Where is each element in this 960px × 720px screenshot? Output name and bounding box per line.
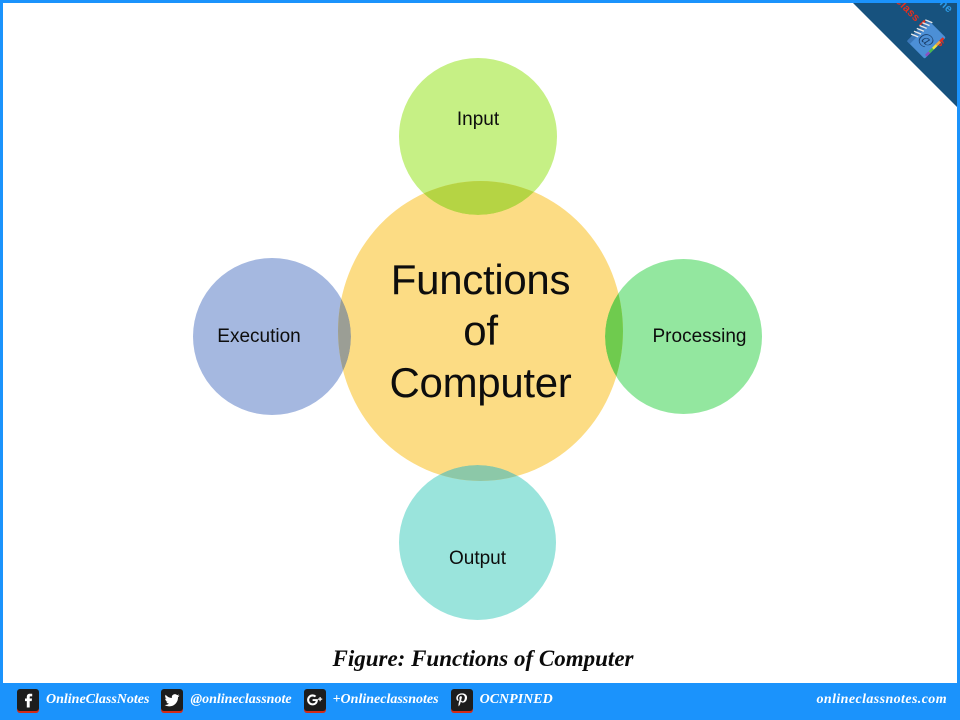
center-label-line2: of: [463, 307, 498, 355]
social-footer-bar: OnlineClassNotes @onlineclassnote +Onlin…: [3, 683, 957, 717]
social-label-twitter: @onlineclassnote: [190, 692, 292, 707]
pinterest-icon: [450, 689, 473, 711]
social-link-twitter[interactable]: @onlineclassnote: [161, 689, 292, 711]
center-label-line3: Computer: [389, 358, 572, 406]
social-link-pinterest[interactable]: OCNPINED: [450, 689, 553, 711]
facebook-icon: [17, 689, 39, 711]
ribbon-triangle: [853, 3, 957, 107]
circle-execution-label: Execution: [217, 325, 301, 347]
corner-ribbon-logo[interactable]: Online Class Notes @: [853, 3, 957, 107]
social-link-facebook[interactable]: OnlineClassNotes: [17, 689, 149, 711]
social-label-googleplus: +Onlineclassnotes: [332, 692, 439, 707]
slide-canvas: Input Processing Output Execution Functi…: [0, 0, 960, 720]
venn-diagram: Input Processing Output Execution Functi…: [3, 3, 957, 643]
site-url-label: onlineclassnotes.com: [816, 692, 947, 707]
circle-input-label: Input: [456, 108, 500, 130]
circle-processing[interactable]: Processing: [605, 259, 762, 414]
circle-center-functions-of-computer[interactable]: Functions of Computer: [338, 181, 623, 481]
social-label-pinterest: OCNPINED: [479, 692, 553, 707]
center-label-line1: Functions: [390, 256, 571, 304]
circle-execution[interactable]: Execution: [193, 258, 351, 415]
circle-output-label: Output: [448, 547, 507, 569]
figure-caption: Figure: Functions of Computer: [332, 646, 634, 671]
circle-output[interactable]: Output: [399, 465, 556, 620]
social-label-facebook: OnlineClassNotes: [46, 692, 150, 707]
twitter-icon: [161, 689, 184, 711]
circle-processing-label: Processing: [652, 325, 747, 347]
googleplus-icon: [303, 689, 326, 711]
center-label: Functions of Computer: [389, 254, 571, 408]
social-link-googleplus[interactable]: +Onlineclassnotes: [303, 689, 439, 711]
